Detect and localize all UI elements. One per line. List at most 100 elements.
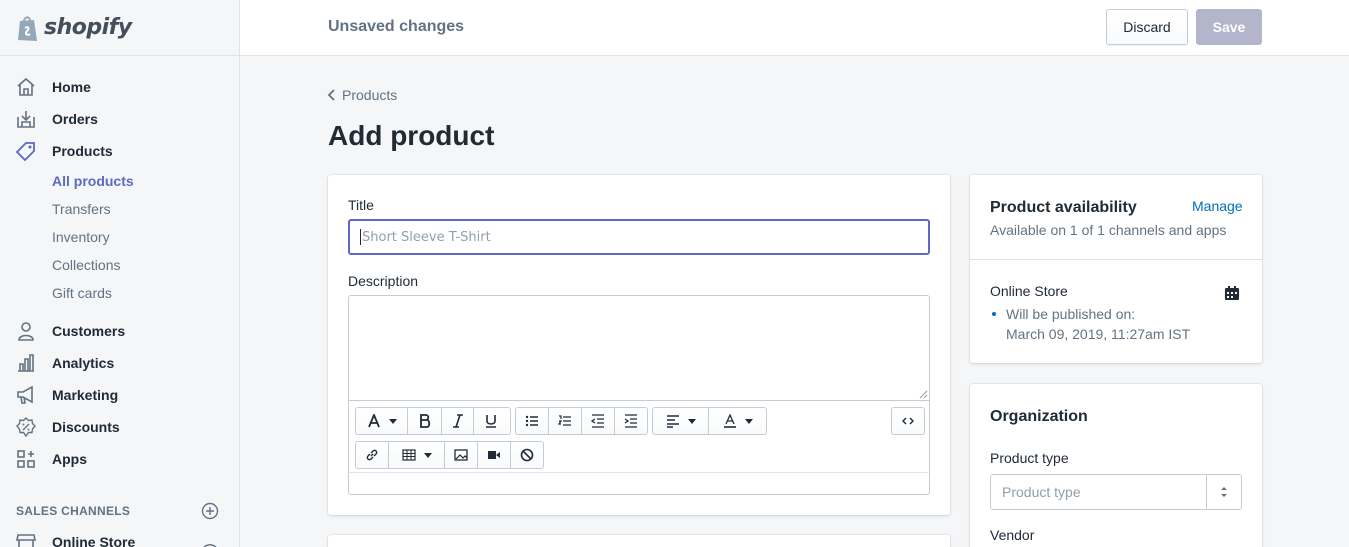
breadcrumb[interactable]: Products: [326, 87, 397, 103]
organization-card: Organization Product type Product type V…: [970, 384, 1262, 547]
orders-icon: [17, 111, 35, 128]
megaphone-icon: [17, 385, 33, 404]
select-arrows-icon[interactable]: [1206, 475, 1241, 509]
underline-icon: [486, 415, 496, 428]
sidebar-item-marketing[interactable]: Marketing: [0, 379, 240, 411]
sidebar-item-home[interactable]: Home: [0, 71, 240, 103]
publish-line: Will be published on:: [1006, 306, 1136, 322]
sidebar-item-label: Analytics: [52, 355, 115, 371]
bold-icon: [419, 414, 430, 428]
sidebar-item-analytics[interactable]: Analytics: [0, 347, 240, 379]
font-style-button[interactable]: [356, 408, 408, 434]
sales-channels-heading: SALES CHANNELS: [16, 504, 131, 518]
bullet-list-button[interactable]: [516, 408, 549, 434]
sidebar-item-label: Customers: [52, 323, 126, 339]
page-title: Add product: [328, 120, 495, 151]
eye-icon[interactable]: [201, 543, 219, 547]
code-icon: [902, 417, 914, 425]
store-icon: [16, 534, 36, 547]
chevron-down-icon: [687, 418, 696, 424]
title-label: Title: [348, 197, 374, 213]
underline-button[interactable]: [474, 408, 508, 434]
sidebar-subitem-transfers[interactable]: Transfers: [52, 201, 111, 217]
description-editor[interactable]: [348, 295, 930, 401]
breadcrumb-products: Products: [342, 87, 398, 103]
editor-toolbar: [348, 401, 930, 473]
sidebar-item-label: Marketing: [52, 387, 119, 403]
html-source-button[interactable]: [892, 408, 924, 434]
text-caret: [360, 229, 361, 245]
sidebar-item-customers[interactable]: Customers: [0, 315, 240, 347]
numbered-list-icon: [558, 415, 571, 426]
block-icon: [520, 448, 534, 462]
sidebar-subitem-gift-cards[interactable]: Gift cards: [52, 285, 112, 301]
editor-status-bar: [348, 473, 930, 495]
outdent-icon: [591, 414, 604, 428]
table-icon: [401, 449, 416, 461]
indent-button[interactable]: [615, 408, 647, 434]
product-availability-card: Product availability Manage Available on…: [970, 175, 1262, 363]
chevron-down-icon: [388, 418, 397, 424]
image-button[interactable]: [445, 442, 478, 468]
indent-icon: [624, 414, 637, 428]
link-button[interactable]: [356, 442, 389, 468]
bold-button[interactable]: [408, 408, 442, 434]
save-button[interactable]: Save: [1196, 9, 1262, 45]
bullet-list-icon: [525, 415, 538, 427]
product-details-card: Title Short Sleeve T-Shirt Description: [328, 175, 950, 515]
resize-grip-icon[interactable]: [918, 389, 928, 399]
sidebar-item-apps[interactable]: Apps: [0, 443, 240, 475]
product-type-label: Product type: [990, 450, 1069, 466]
sidebar-item-label: Home: [52, 79, 91, 95]
bullet: [992, 312, 996, 316]
chevron-left-icon: [327, 89, 335, 101]
align-button[interactable]: [653, 408, 709, 434]
toolbar-group-source: [891, 407, 925, 435]
add-circle-icon[interactable]: [201, 502, 219, 520]
calendar-icon[interactable]: [1224, 285, 1240, 301]
discard-button[interactable]: Discard: [1106, 9, 1188, 45]
apps-icon: [17, 450, 35, 468]
clear-formatting-button[interactable]: [511, 442, 543, 468]
divider: [970, 259, 1262, 260]
video-button[interactable]: [478, 442, 511, 468]
tag-icon: [16, 142, 35, 161]
sidebar: Home Orders Products All products Transf…: [0, 56, 240, 547]
table-button[interactable]: [389, 442, 445, 468]
description-label: Description: [348, 273, 419, 289]
sidebar-item-label: Products: [52, 143, 113, 159]
home-icon: [17, 77, 35, 96]
channel-name: Online Store: [990, 283, 1068, 299]
outdent-button[interactable]: [582, 408, 615, 434]
sidebar-subitem-all-products[interactable]: All products: [52, 173, 134, 189]
chevron-down-icon: [423, 452, 432, 458]
logo[interactable]: shopify: [0, 0, 240, 55]
sidebar-item-discounts[interactable]: Discounts: [0, 411, 240, 443]
video-icon: [488, 451, 500, 459]
numbered-list-button[interactable]: [549, 408, 582, 434]
align-left-icon: [666, 415, 679, 428]
sidebar-item-products[interactable]: Products: [0, 135, 240, 167]
image-icon: [454, 449, 468, 461]
sidebar-item-label: Discounts: [52, 419, 120, 435]
sidebar-item-orders[interactable]: Orders: [0, 103, 240, 135]
person-icon: [18, 322, 34, 341]
next-card: [328, 535, 950, 547]
text-color-icon: [723, 414, 736, 428]
toolbar-group-lists: [515, 407, 648, 435]
sidebar-item-label: Online Store: [52, 534, 136, 547]
title-input[interactable]: Short Sleeve T-Shirt: [348, 219, 930, 255]
italic-button[interactable]: [442, 408, 474, 434]
vendor-label: Vendor: [990, 527, 1035, 543]
italic-icon: [452, 414, 463, 428]
toolbar-group-insert: [355, 441, 544, 469]
product-type-select[interactable]: Product type: [990, 474, 1242, 510]
organization-title: Organization: [990, 408, 1088, 425]
link-icon: [366, 449, 378, 461]
availability-summary: Available on 1 of 1 channels and apps: [990, 222, 1227, 238]
manage-link[interactable]: Manage: [1192, 198, 1243, 214]
toolbar-group-format: [355, 407, 511, 435]
sidebar-subitem-collections[interactable]: Collections: [52, 257, 120, 273]
sidebar-subitem-inventory[interactable]: Inventory: [52, 229, 110, 245]
text-color-button[interactable]: [709, 408, 766, 434]
